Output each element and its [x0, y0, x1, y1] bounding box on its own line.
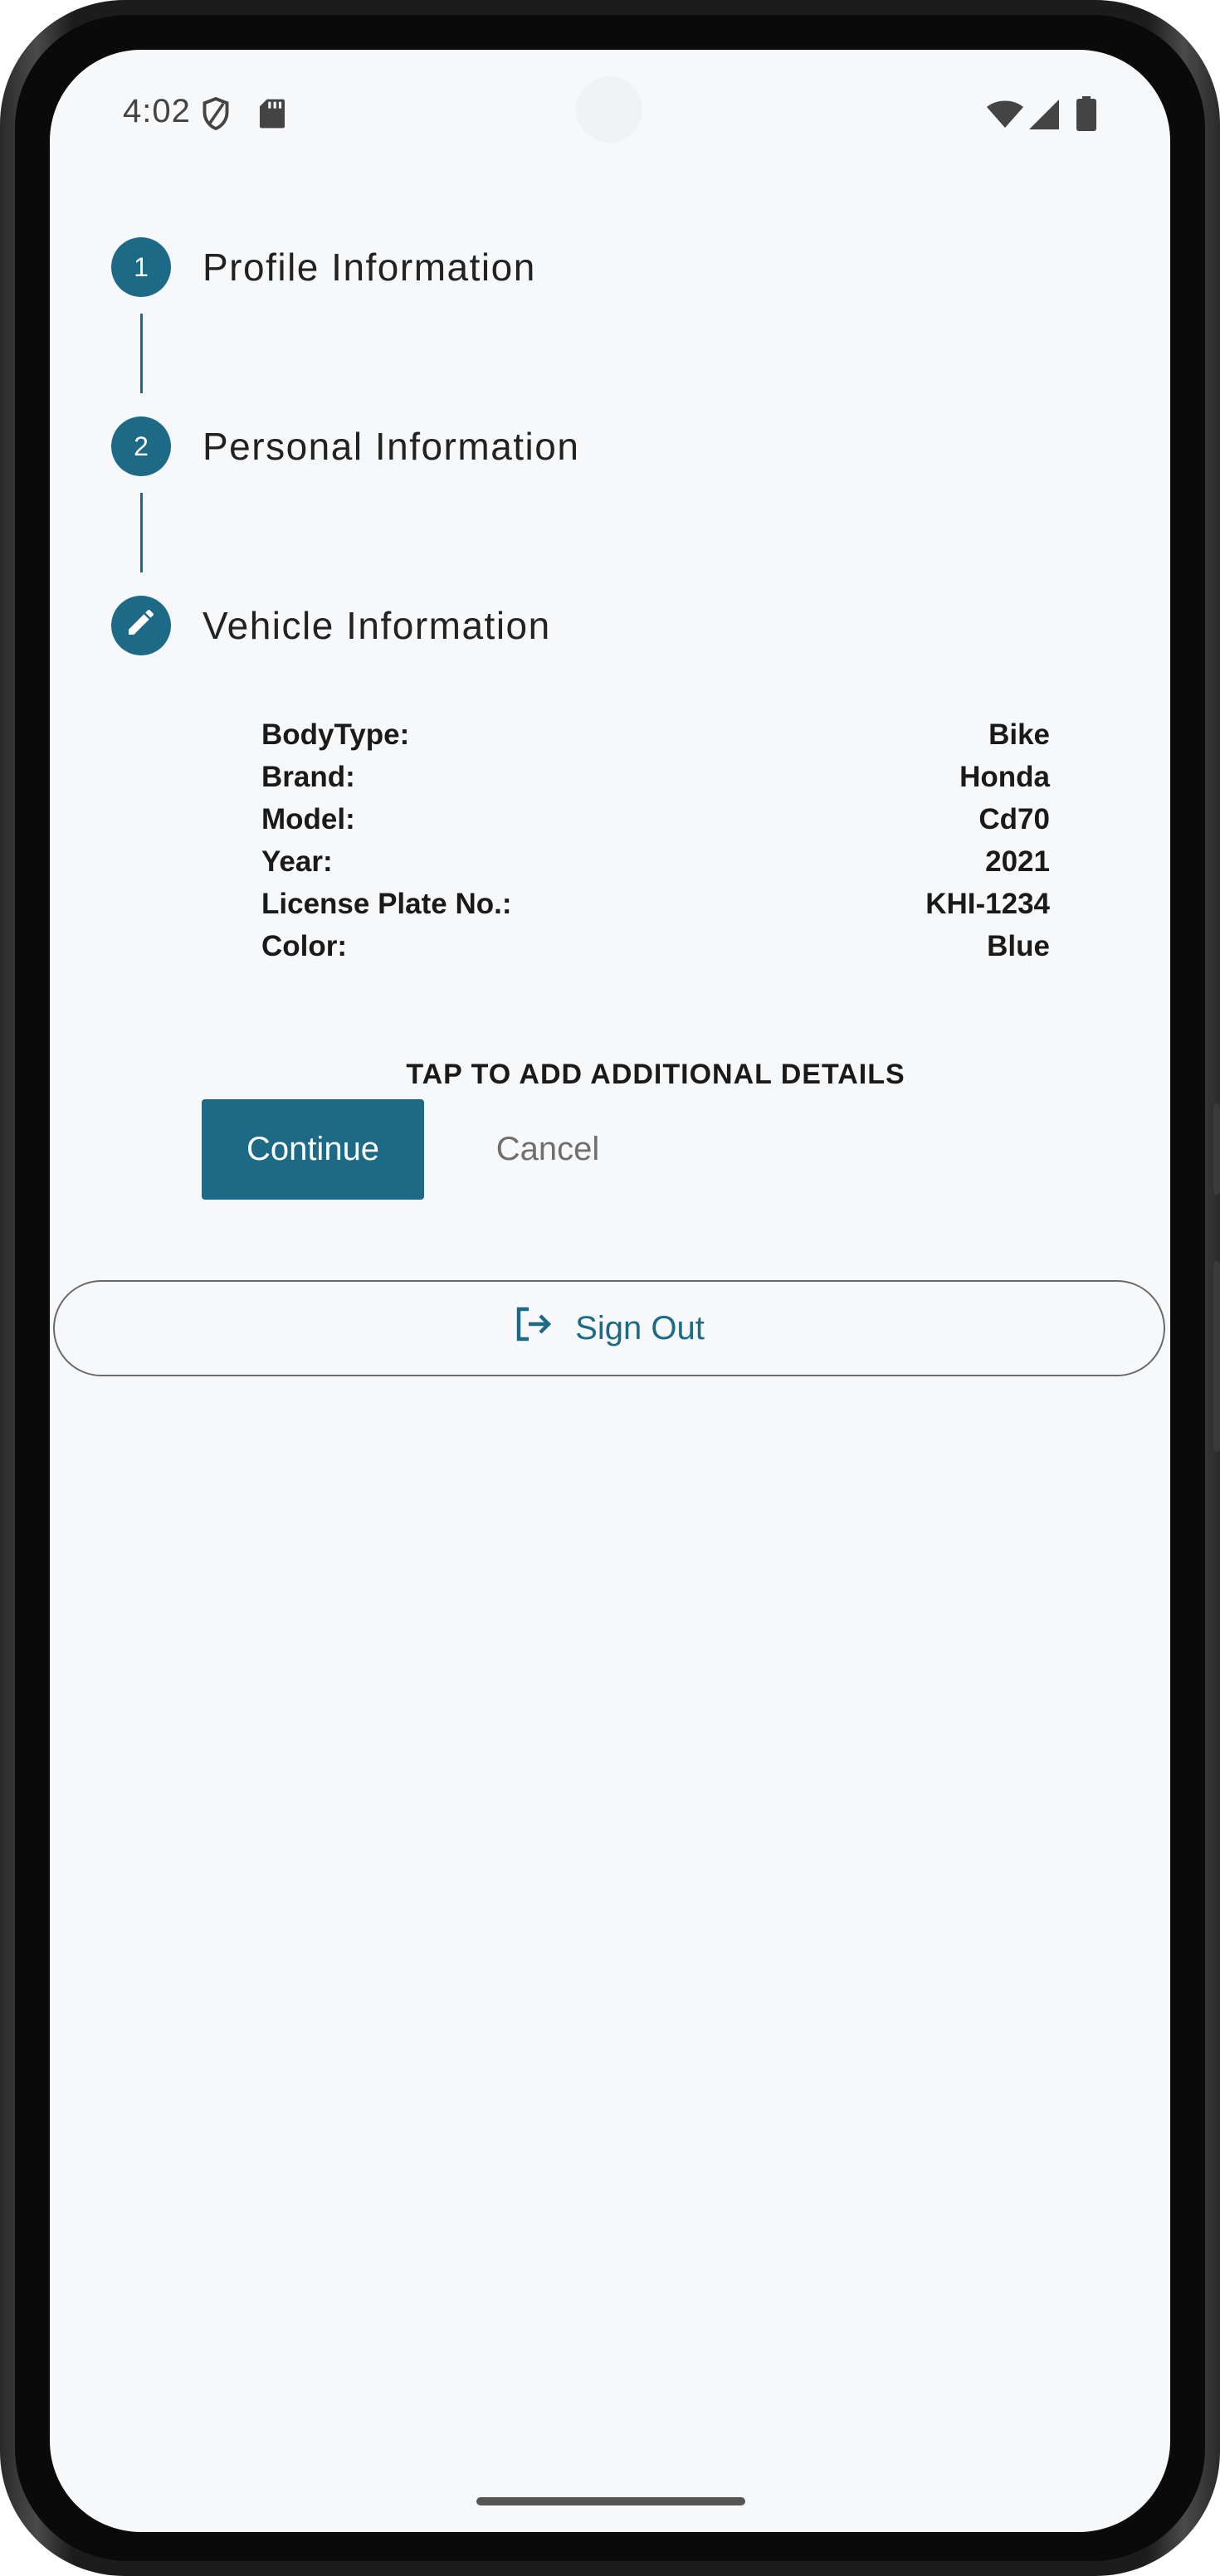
step-vehicle-information[interactable]: Vehicle Information [111, 596, 551, 655]
logout-icon [514, 1306, 554, 1351]
detail-row-color: Color: Blue [261, 925, 1050, 967]
app-screen: 4:02 1 Profile Information 2 Personal In… [50, 50, 1170, 2532]
detail-label: Brand: [261, 760, 355, 793]
detail-label: Color: [261, 929, 348, 962]
detail-value: Cd70 [978, 802, 1050, 835]
sign-out-label: Sign Out [575, 1309, 705, 1346]
step-number-badge: 2 [111, 416, 171, 476]
cancel-button[interactable]: Cancel [465, 1099, 631, 1200]
signal-icon [1027, 98, 1061, 135]
detail-row-model: Model: Cd70 [261, 798, 1050, 840]
step-title: Vehicle Information [203, 604, 551, 647]
shield-icon [201, 96, 231, 135]
step-connector [140, 314, 143, 393]
step-personal-information[interactable]: 2 Personal Information [111, 416, 579, 476]
detail-label: Model: [261, 802, 355, 835]
wifi-icon [986, 100, 1024, 134]
detail-row-body-type: BodyType: Bike [261, 713, 1050, 756]
detail-row-year: Year: 2021 [261, 840, 1050, 883]
status-time: 4:02 [123, 93, 191, 129]
front-camera [576, 76, 642, 143]
detail-value: KHI-1234 [925, 887, 1050, 920]
sign-out-button[interactable]: Sign Out [53, 1280, 1165, 1376]
step-title: Personal Information [203, 425, 580, 468]
power-button [1213, 1103, 1220, 1195]
sd-card-icon [259, 98, 285, 134]
step-profile-information[interactable]: 1 Profile Information [111, 237, 536, 297]
add-details-link[interactable]: TAP TO ADD ADDITIONAL DETAILS [261, 1059, 1050, 1091]
step-connector [140, 493, 143, 572]
detail-value: 2021 [985, 845, 1050, 878]
step-edit-badge [111, 596, 171, 655]
pencil-icon [124, 606, 158, 645]
volume-button [1213, 1261, 1220, 1452]
detail-label: License Plate No.: [261, 887, 512, 920]
continue-button[interactable]: Continue [202, 1099, 424, 1200]
detail-value: Bike [988, 718, 1050, 751]
step-number-badge: 1 [111, 237, 171, 297]
detail-value: Honda [959, 760, 1050, 793]
detail-row-brand: Brand: Honda [261, 756, 1050, 798]
detail-value: Blue [987, 929, 1050, 962]
home-indicator[interactable] [476, 2497, 745, 2505]
detail-label: Year: [261, 845, 333, 878]
detail-label: BodyType: [261, 718, 410, 751]
vehicle-details: BodyType: Bike Brand: Honda Model: Cd70 … [261, 713, 1050, 967]
status-bar: 4:02 [50, 50, 1170, 174]
battery-icon [1076, 96, 1096, 135]
detail-row-license-plate: License Plate No.: KHI-1234 [261, 883, 1050, 925]
step-title: Profile Information [203, 246, 536, 289]
